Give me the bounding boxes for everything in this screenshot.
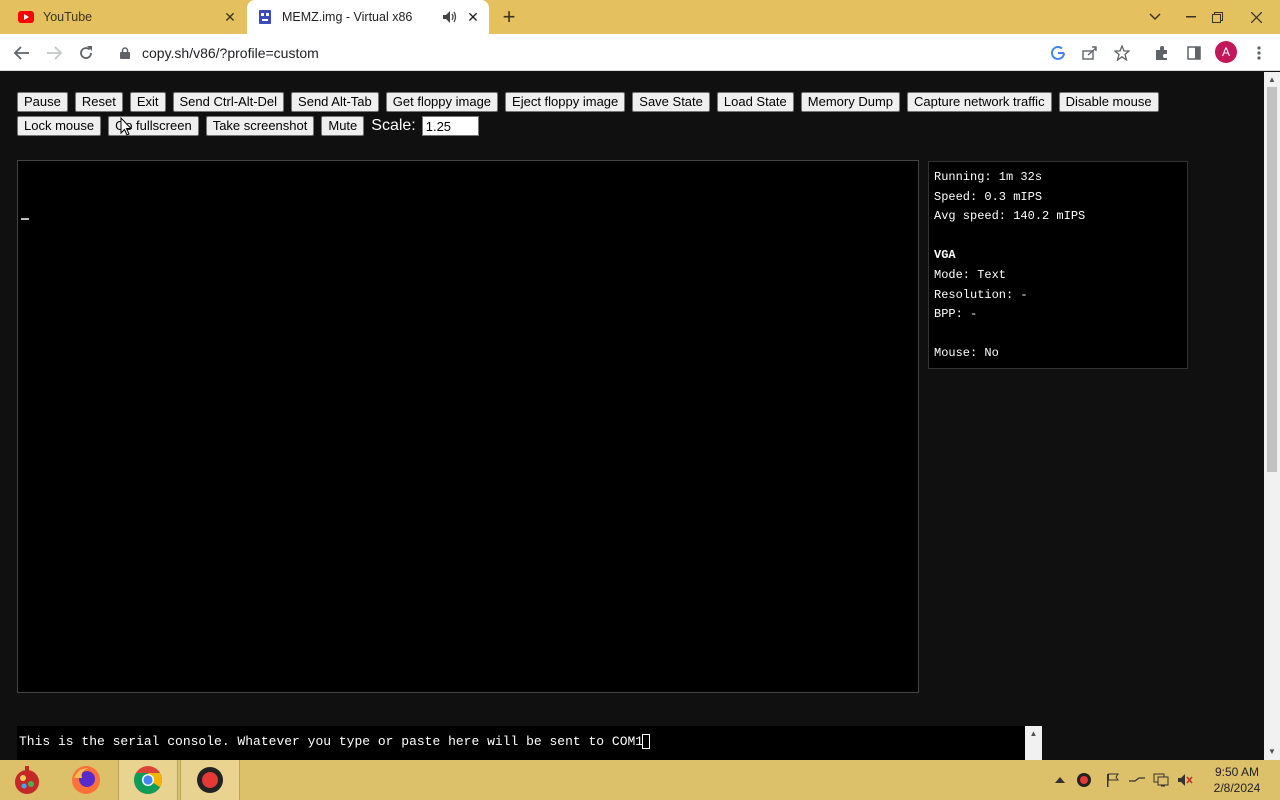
- minimize-icon[interactable]: [1178, 0, 1204, 34]
- memory-dump-button[interactable]: Memory Dump: [800, 92, 901, 112]
- mute-button[interactable]: Mute: [321, 116, 365, 136]
- tab-title: YouTube: [43, 10, 93, 24]
- scale-input[interactable]: [421, 116, 479, 136]
- get-floppy-image-button[interactable]: Get floppy image: [385, 92, 499, 112]
- close-tab-icon[interactable]: ✕: [220, 7, 240, 27]
- restore-icon[interactable]: [1204, 0, 1230, 34]
- google-icon[interactable]: [1046, 41, 1070, 65]
- browser-toolbar: copy.sh/v86/?profile=custom A: [0, 34, 1280, 71]
- controls-row-2: Lock mouse Go fullscreen Take screenshot…: [17, 115, 1187, 137]
- new-tab-button[interactable]: +: [497, 4, 521, 29]
- clock-date: 2/8/2024: [1213, 781, 1261, 795]
- firefox-icon: [72, 766, 100, 794]
- taskbar-chrome[interactable]: [118, 760, 178, 800]
- load-state-button[interactable]: Load State: [716, 92, 794, 112]
- disable-mouse-button[interactable]: Disable mouse: [1058, 92, 1159, 112]
- show-hidden-icons-icon[interactable]: [1051, 771, 1069, 789]
- tab-youtube[interactable]: YouTube ✕: [8, 0, 246, 34]
- emulator-screen[interactable]: [17, 160, 919, 693]
- reload-icon[interactable]: [74, 41, 98, 65]
- serial-console[interactable]: This is the serial console. Whatever you…: [17, 726, 1042, 760]
- send-ctrl-alt-del-button[interactable]: Send Ctrl-Alt-Del: [172, 92, 285, 112]
- tab-search-icon[interactable]: [1142, 0, 1168, 34]
- scroll-up-arrow[interactable]: ▲: [1267, 74, 1277, 84]
- runtime-info-panel: Running: 1m 32s Speed: 0.3 mIPS Avg spee…: [928, 161, 1188, 369]
- youtube-icon: [18, 9, 34, 25]
- side-panel-icon[interactable]: [1182, 41, 1206, 65]
- lock-icon[interactable]: [120, 46, 132, 60]
- taskbar-firefox[interactable]: [56, 760, 116, 800]
- forward-icon[interactable]: [42, 41, 66, 65]
- vga-mode: Mode: Text: [934, 267, 1007, 282]
- scroll-down-arrow[interactable]: ▼: [1267, 746, 1277, 756]
- exit-button[interactable]: Exit: [129, 92, 166, 112]
- reset-button[interactable]: Reset: [74, 92, 123, 112]
- take-screenshot-button[interactable]: Take screenshot: [205, 116, 315, 136]
- page-content: Pause Reset Exit Send Ctrl-Alt-Del Send …: [0, 72, 1264, 760]
- pause-button[interactable]: Pause: [17, 92, 68, 112]
- send-alt-tab-button[interactable]: Send Alt-Tab: [291, 92, 379, 112]
- vga-bpp: BPP: -: [934, 307, 978, 322]
- tab-title: MEMZ.img - Virtual x86: [282, 10, 413, 24]
- text-cursor: [21, 218, 29, 220]
- vga-resolution: Resolution: -: [934, 287, 1028, 302]
- scale-label: Scale:: [371, 117, 416, 134]
- avg-speed: Avg speed: 140.2 mIPS: [934, 209, 1086, 224]
- controls-row-1: Pause Reset Exit Send Ctrl-Alt-Del Send …: [17, 91, 1187, 113]
- menu-kebab-icon[interactable]: [1247, 41, 1271, 65]
- page-scrollbar[interactable]: ▲ ▼: [1264, 72, 1280, 760]
- power-icon[interactable]: [1128, 771, 1146, 789]
- tab-strip: YouTube ✕ MEMZ.img - Virtual x86 ✕ +: [0, 0, 1280, 34]
- bookmark-star-icon[interactable]: [1110, 41, 1134, 65]
- extensions-icon[interactable]: [1150, 41, 1174, 65]
- emulator-controls: Pause Reset Exit Send Ctrl-Alt-Del Send …: [17, 91, 1187, 139]
- lock-mouse-button[interactable]: Lock mouse: [17, 116, 102, 136]
- share-icon[interactable]: [1078, 41, 1102, 65]
- running-time: Running: 1m 32s: [934, 170, 1043, 184]
- action-center-flag-icon[interactable]: [1104, 771, 1122, 789]
- network-icon[interactable]: [1152, 771, 1170, 789]
- address-bar[interactable]: copy.sh/v86/?profile=custom: [108, 38, 1140, 67]
- serial-caret: [642, 734, 651, 750]
- speed: Speed: 0.3 mIPS: [934, 189, 1043, 204]
- serial-scroll-up-arrow[interactable]: ▲: [1025, 726, 1042, 760]
- volume-muted-icon[interactable]: [1176, 771, 1194, 789]
- capture-network-traffic-button[interactable]: Capture network traffic: [907, 92, 1052, 112]
- taskbar-recorder[interactable]: [180, 760, 240, 800]
- system-clock[interactable]: 9:50 AM 2/8/2024: [1206, 764, 1268, 796]
- eject-floppy-image-button[interactable]: Eject floppy image: [505, 92, 626, 112]
- clock-time: 9:50 AM: [1214, 765, 1260, 779]
- tab-memz[interactable]: MEMZ.img - Virtual x86 ✕: [247, 0, 489, 34]
- back-icon[interactable]: [10, 41, 34, 65]
- serial-console-text: This is the serial console. Whatever you…: [19, 734, 644, 749]
- taskbar: 9:50 AM 2/8/2024: [0, 760, 1280, 800]
- start-button[interactable]: [0, 760, 54, 800]
- record-icon: [197, 767, 223, 793]
- close-window-icon[interactable]: [1232, 0, 1280, 34]
- v86-icon: [257, 9, 273, 25]
- vga-heading: VGA: [934, 248, 956, 263]
- chrome-icon: [134, 766, 162, 794]
- mouse-pointer-icon: [120, 117, 132, 136]
- start-orb-icon: [15, 766, 39, 794]
- scroll-thumb[interactable]: [1267, 87, 1277, 472]
- speaker-icon[interactable]: [443, 9, 459, 25]
- save-state-button[interactable]: Save State: [632, 92, 710, 112]
- profile-avatar[interactable]: A: [1215, 41, 1237, 63]
- url-text[interactable]: copy.sh/v86/?profile=custom: [142, 45, 319, 61]
- mouse-status: Mouse: No: [934, 346, 999, 361]
- close-tab-icon[interactable]: ✕: [463, 7, 483, 27]
- recorder-tray-icon[interactable]: [1075, 771, 1093, 789]
